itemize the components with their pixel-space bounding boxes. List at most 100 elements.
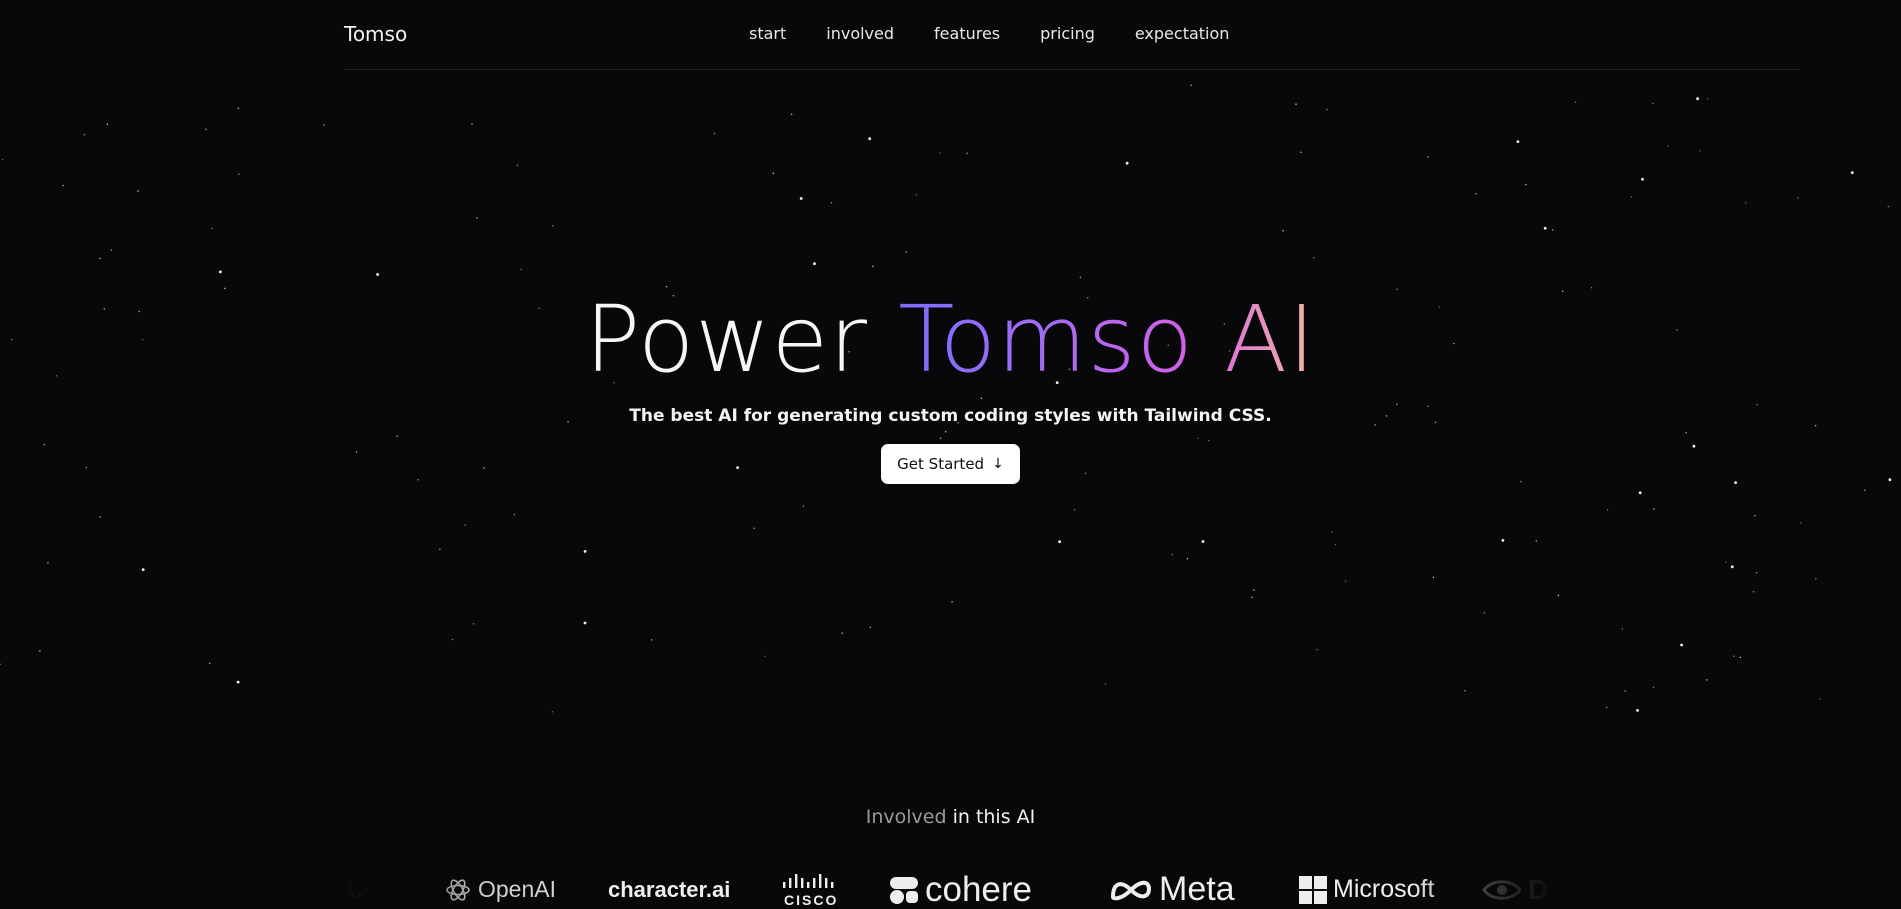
star [802, 505, 805, 507]
star [713, 132, 716, 135]
star [520, 268, 522, 270]
star [1730, 565, 1734, 569]
star [62, 184, 64, 187]
star [1186, 557, 1189, 560]
partner-logo-partial-left: IA. [344, 870, 363, 909]
star [1551, 229, 1554, 231]
nvidia-eye-icon [1482, 879, 1522, 900]
star [1, 158, 4, 161]
star [966, 152, 968, 154]
partner-logo-meta: Meta [1109, 870, 1235, 909]
star [1797, 197, 1799, 199]
star [205, 128, 207, 131]
star [1464, 689, 1466, 692]
star [106, 123, 109, 125]
star [650, 639, 653, 641]
nav-links: start involved features pricing expectat… [749, 24, 1229, 43]
star [1667, 145, 1669, 147]
star [1282, 229, 1284, 232]
partner-logo-microsoft: Microsoft [1299, 870, 1434, 909]
star [1638, 491, 1642, 495]
star [1251, 596, 1253, 598]
star [236, 680, 240, 684]
star [905, 251, 907, 253]
involved-heading-strong: in this AI [952, 806, 1036, 828]
star [1073, 509, 1076, 511]
star [1574, 101, 1577, 103]
star [1739, 656, 1742, 659]
cohere-logo-text: cohere [925, 870, 1033, 909]
star [1300, 151, 1302, 153]
hero-title-plain: Power [584, 286, 868, 393]
star [47, 561, 49, 564]
star [915, 194, 918, 196]
star [1755, 571, 1758, 574]
star [1253, 589, 1255, 591]
star [376, 273, 379, 276]
star [1732, 655, 1735, 658]
star [1475, 192, 1477, 195]
star [1696, 97, 1699, 101]
star [1630, 196, 1633, 198]
star [583, 550, 587, 553]
star [1652, 102, 1654, 105]
star [451, 638, 454, 641]
star [208, 662, 211, 664]
star [1652, 686, 1655, 688]
star [764, 655, 766, 657]
cisco-logo-text: CISCO [784, 892, 839, 908]
star [1331, 531, 1333, 533]
star [1887, 205, 1890, 208]
nav-link-expectation[interactable]: expectation [1135, 24, 1230, 43]
star [1316, 648, 1318, 651]
hero-title-gradient: Tomso AI [898, 286, 1317, 393]
star [1125, 161, 1129, 165]
landing-page: Tomso start involved features pricing ex… [0, 0, 1901, 909]
star [772, 172, 775, 175]
star [1525, 183, 1527, 186]
star [552, 225, 554, 227]
star [1079, 276, 1082, 279]
involved-heading: Involved in this AI [0, 806, 1901, 828]
star [1818, 698, 1821, 700]
hero-section: Power Tomso AI The best AI for generatin… [0, 282, 1901, 484]
star [1190, 84, 1192, 86]
partner-logo-character-ai: character.ai [608, 870, 730, 909]
star [1295, 103, 1297, 105]
hero-subtitle: The best AI for generating custom coding… [629, 406, 1272, 426]
star [872, 265, 874, 268]
involved-heading-muted: Involved [865, 806, 947, 828]
star [323, 124, 325, 126]
star [1624, 690, 1626, 692]
nav-link-involved[interactable]: involved [826, 24, 894, 43]
star [1699, 150, 1701, 152]
star [868, 137, 872, 141]
brand-logo-link[interactable]: Tomso [344, 22, 407, 46]
star [1483, 612, 1486, 614]
get-started-button[interactable]: Get Started ↓ [881, 444, 1020, 484]
star [219, 270, 222, 274]
meta-logo-text: Meta [1159, 870, 1235, 908]
star [583, 621, 587, 625]
star [1680, 643, 1683, 647]
star [1104, 682, 1107, 685]
star [39, 650, 41, 652]
star [951, 600, 953, 603]
star [141, 568, 145, 571]
arrow-down-icon: ↓ [992, 456, 1004, 472]
star [137, 190, 139, 192]
star [1724, 561, 1727, 563]
microsoft-logo-text: Microsoft [1333, 875, 1435, 903]
nav-link-start[interactable]: start [749, 24, 786, 43]
star [1344, 580, 1347, 582]
openai-icon [446, 878, 470, 901]
star [211, 227, 213, 230]
partner-logo-cohere: cohere [889, 870, 1032, 909]
nav-link-features[interactable]: features [934, 24, 1000, 43]
star [99, 257, 101, 260]
star [1864, 489, 1866, 491]
star [1326, 108, 1328, 111]
star [1744, 201, 1747, 204]
nav-link-pricing[interactable]: pricing [1040, 24, 1095, 43]
partner-logos-strip: IA. OpenAI character.ai [344, 870, 1556, 909]
